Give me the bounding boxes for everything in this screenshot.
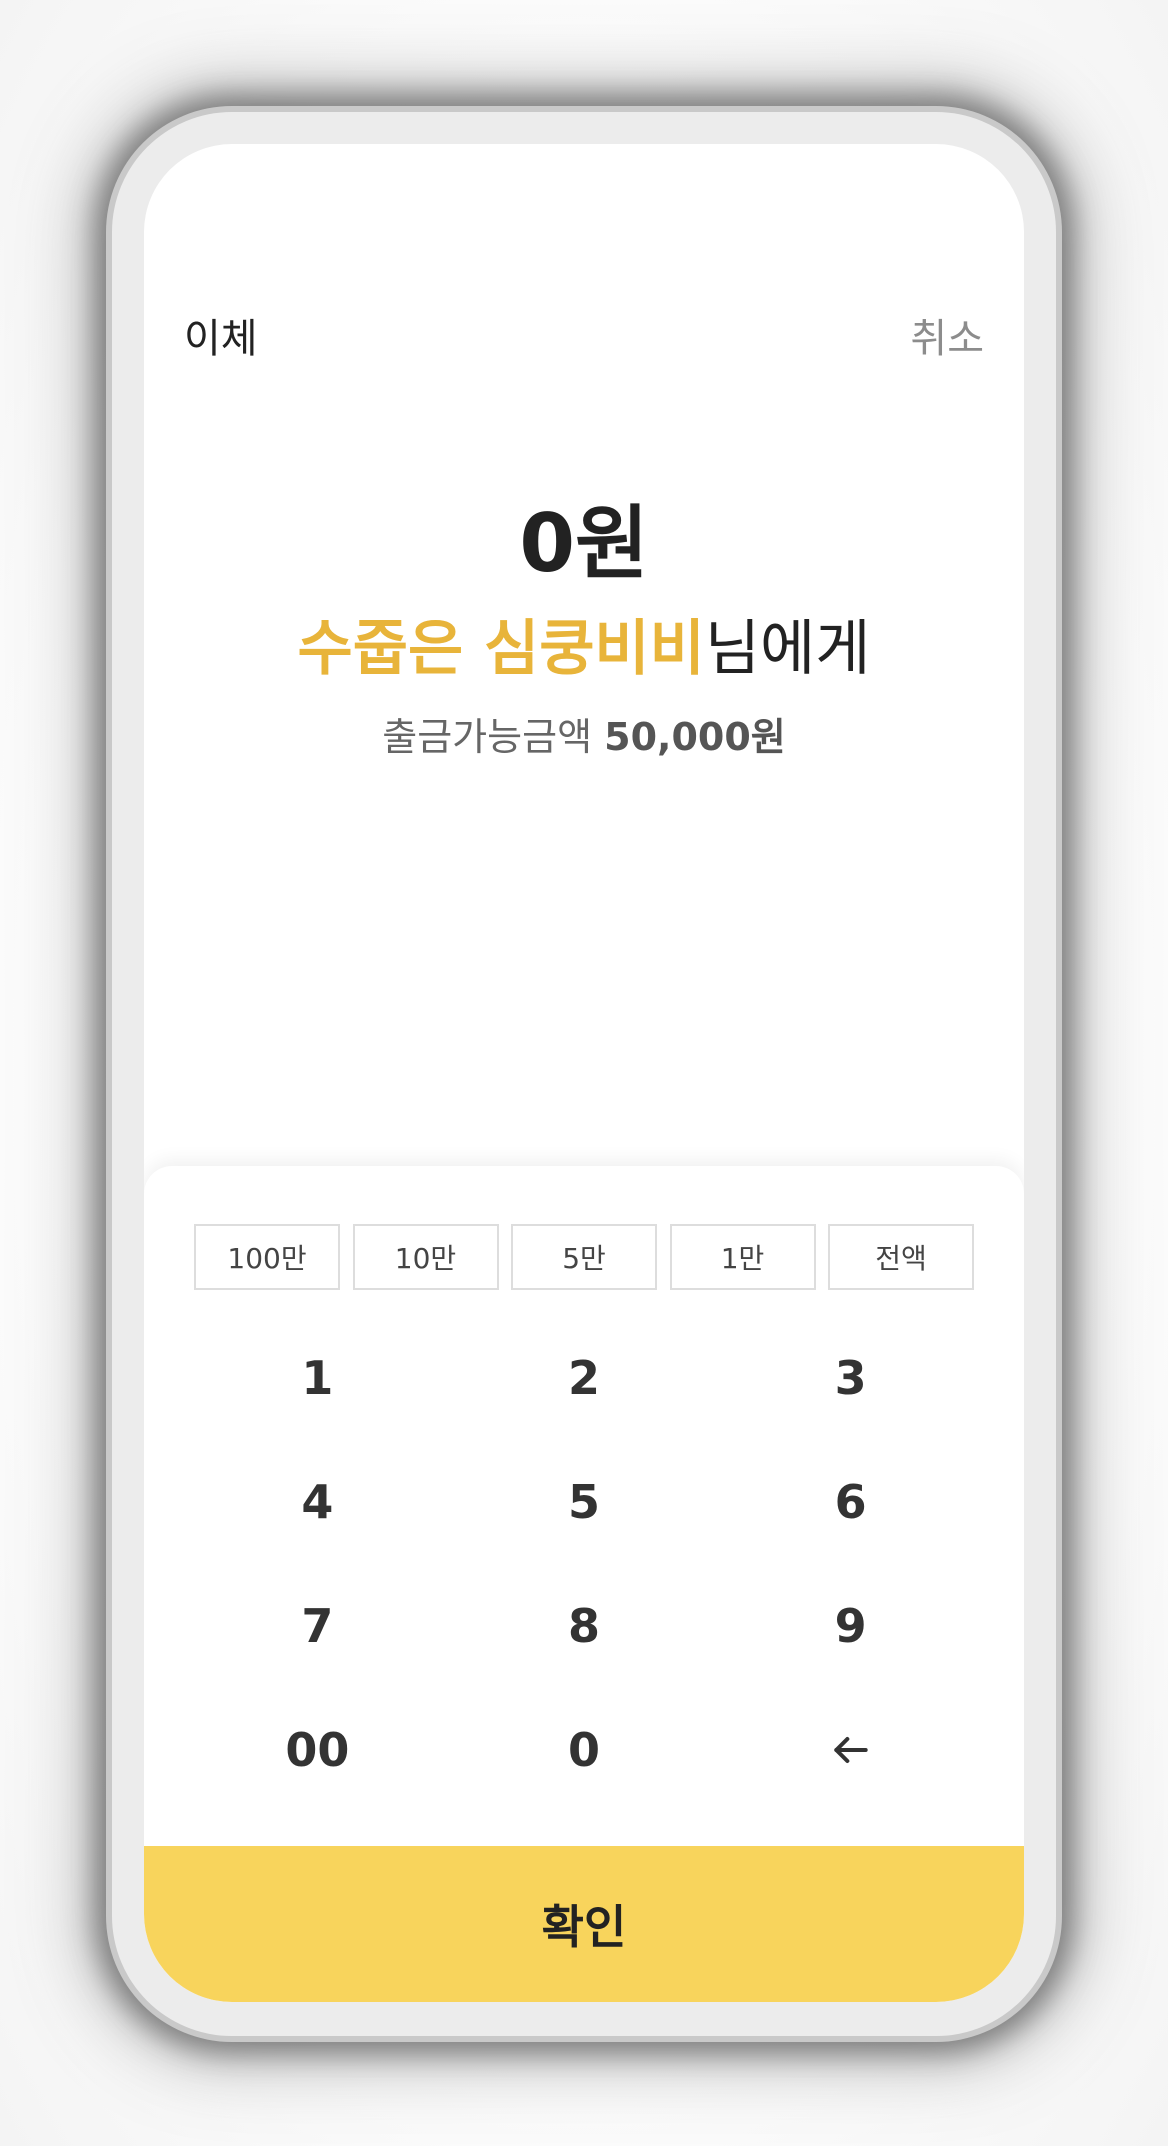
key-6[interactable]: 6: [717, 1440, 984, 1564]
quick-amount-button[interactable]: 10만: [352, 1224, 499, 1290]
amount-display: 0원: [519, 497, 649, 590]
app-screen: 이체 취소 0원 수줍은 심쿵비비님에게 출금가능금액 50,000원 100만…: [144, 144, 1024, 2002]
recipient-line: 수줍은 심쿵비비님에게: [144, 616, 1024, 682]
balance-value: 50,000원: [604, 715, 786, 759]
backspace-button[interactable]: [717, 1688, 984, 1812]
key-4[interactable]: 4: [184, 1440, 451, 1564]
confirm-button[interactable]: 확인: [144, 1846, 1024, 2002]
key-1[interactable]: 1: [184, 1316, 451, 1440]
key-00[interactable]: 00: [184, 1688, 451, 1812]
key-7[interactable]: 7: [184, 1564, 451, 1688]
key-3[interactable]: 3: [717, 1316, 984, 1440]
quick-amount-button[interactable]: 100만: [194, 1224, 340, 1290]
quick-amount-button[interactable]: 전액: [828, 1224, 974, 1290]
number-pad: 1 2 3 4 5 6 7 8 9 00 0: [144, 1316, 1024, 1812]
quick-amount-button[interactable]: 1만: [669, 1224, 816, 1290]
quick-amount-row: 100만 10만 5만 1만 전액: [194, 1224, 974, 1290]
key-5[interactable]: 5: [451, 1440, 718, 1564]
key-0[interactable]: 0: [451, 1688, 718, 1812]
arrow-left-icon: [833, 1736, 868, 1764]
key-2[interactable]: 2: [451, 1316, 718, 1440]
quick-amount-button[interactable]: 5만: [511, 1224, 657, 1290]
key-8[interactable]: 8: [451, 1564, 718, 1688]
available-balance: 출금가능금액 50,000원: [144, 706, 1024, 761]
recipient-suffix: 님에게: [704, 614, 871, 684]
balance-label: 출금가능금액: [382, 715, 593, 759]
key-9[interactable]: 9: [717, 1564, 984, 1688]
keypad-sheet: 100만 10만 5만 1만 전액 1 2 3 4 5 6 7 8 9 00 0: [144, 1166, 1024, 2002]
page-title: 이체: [184, 316, 258, 362]
stage: 이체 취소 0원 수줍은 심쿵비비님에게 출금가능금액 50,000원 100만…: [0, 0, 1168, 2146]
recipient-name: 수줍은 심쿵비비: [297, 614, 705, 684]
cancel-button[interactable]: 취소: [910, 306, 984, 364]
